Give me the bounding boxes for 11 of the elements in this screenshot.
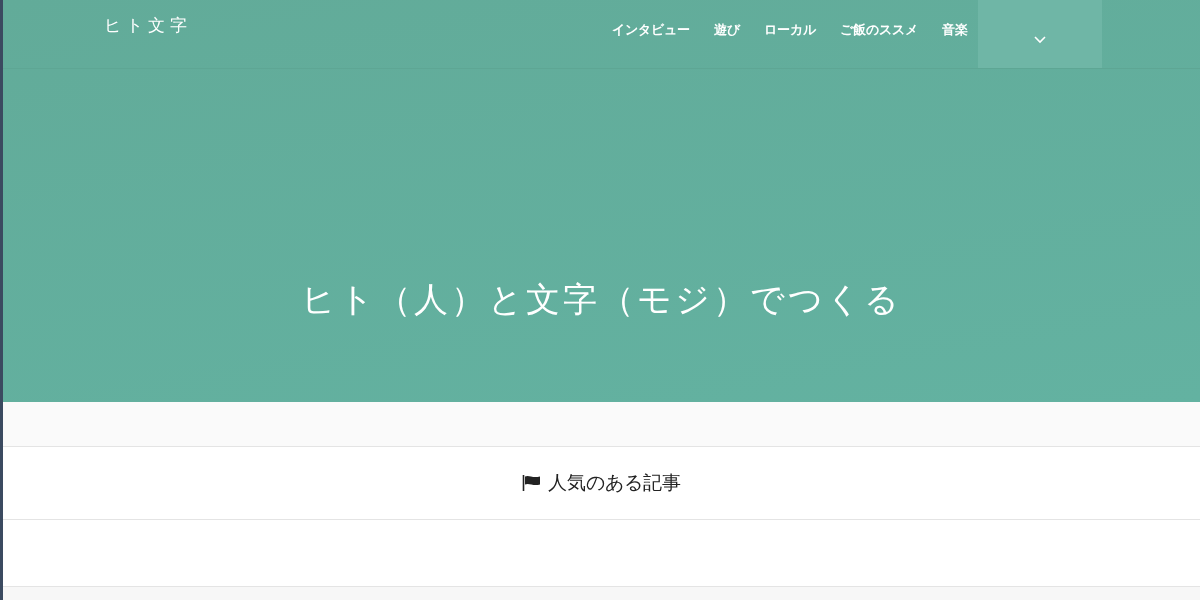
hero-tagline: ヒト（人）と文字（モジ）でつくる xyxy=(301,277,902,321)
dropdown-button[interactable] xyxy=(978,0,1102,68)
nav-link[interactable]: 音楽 xyxy=(942,22,968,39)
site-title[interactable]: ヒト文字 xyxy=(104,14,192,37)
nav-link[interactable]: 遊び xyxy=(714,22,740,39)
nav-link[interactable]: ご飯のススメ xyxy=(840,22,918,39)
chevron-down-icon xyxy=(1034,35,1046,44)
nav-link[interactable]: ローカル xyxy=(764,22,816,39)
nav-link[interactable]: インタビュー xyxy=(612,22,690,39)
section-heading: 人気のある記事 xyxy=(548,470,681,495)
flag-icon xyxy=(522,475,542,491)
